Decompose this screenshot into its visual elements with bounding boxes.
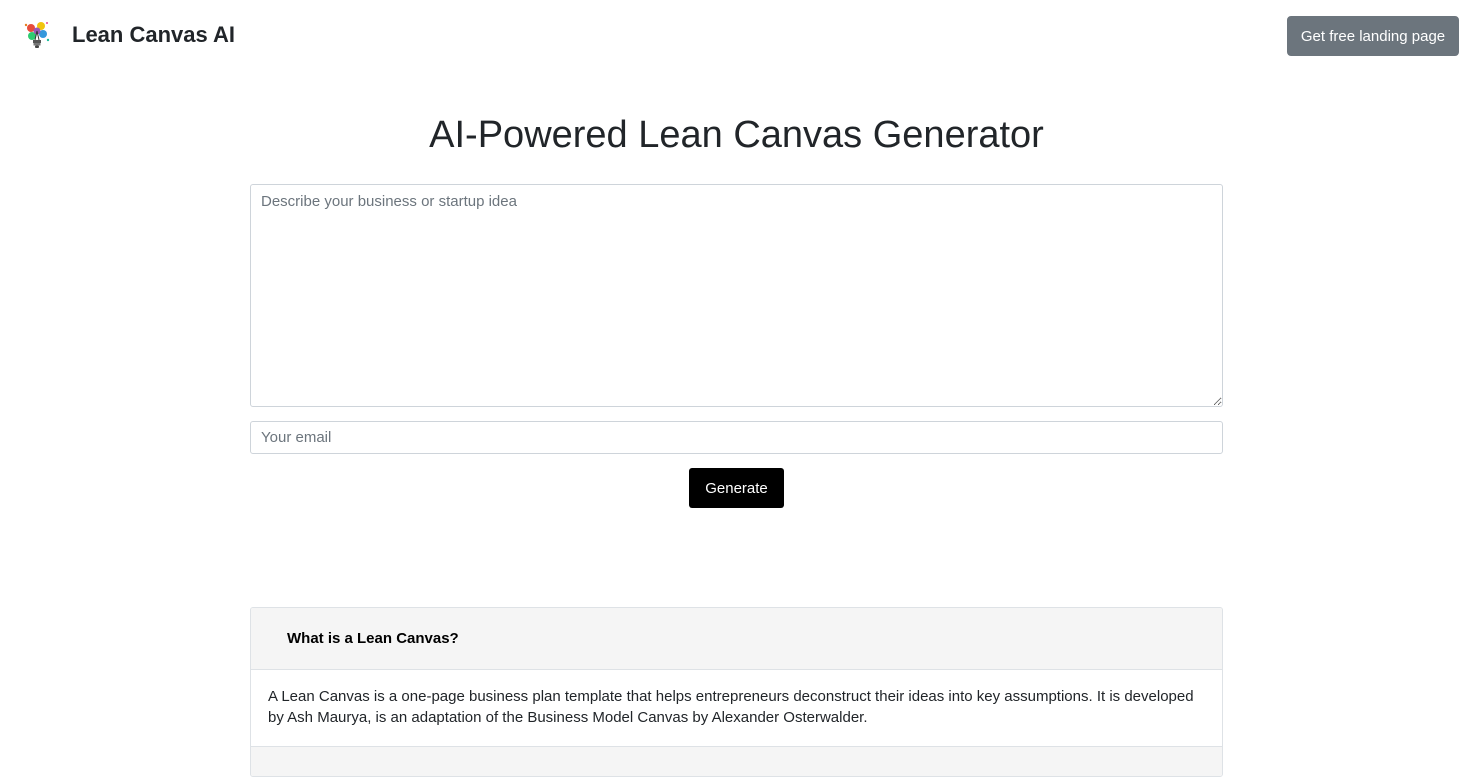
faq-answer: A Lean Canvas is a one-page business pla…	[268, 688, 1194, 726]
faq-item-header[interactable]: What is a Lean Canvas?	[251, 608, 1222, 670]
brand-link[interactable]: Lean Canvas AI	[22, 17, 235, 53]
get-free-landing-page-button[interactable]: Get free landing page	[1287, 16, 1459, 56]
faq-accordion: What is a Lean Canvas? A Lean Canvas is …	[250, 607, 1223, 777]
lightbulb-logo-icon	[24, 21, 50, 48]
generate-button[interactable]: Generate	[689, 468, 784, 508]
brand-name: Lean Canvas AI	[72, 22, 236, 47]
faq-item-header-next[interactable]	[251, 747, 1222, 776]
navbar: Lean Canvas AI Get free landing page	[0, 0, 1473, 72]
business-idea-input[interactable]	[250, 184, 1223, 407]
email-field[interactable]	[250, 421, 1223, 454]
faq-question: What is a Lean Canvas?	[287, 630, 459, 647]
page-title: AI-Powered Lean Canvas Generator	[429, 114, 1044, 156]
faq-answer-panel: A Lean Canvas is a one-page business pla…	[251, 670, 1222, 747]
